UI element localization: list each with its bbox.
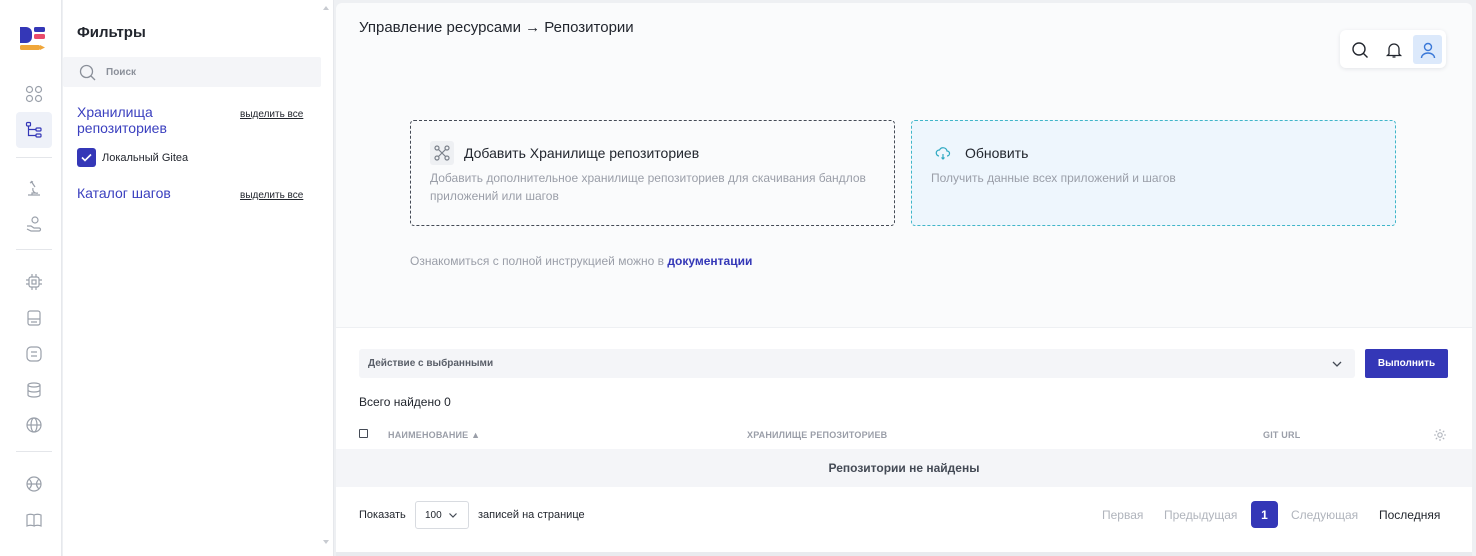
hand-gear-icon[interactable] (16, 206, 52, 242)
per-page-select[interactable]: 100 (415, 501, 469, 529)
column-git-url-header[interactable]: GIT URL (1263, 430, 1300, 440)
network-nodes-icon (430, 141, 454, 165)
checkmark-icon (81, 153, 92, 162)
select-all-repo-storages-link[interactable]: выделить все (240, 109, 303, 120)
user-profile-button[interactable] (1413, 35, 1442, 64)
table-header: НАИМЕНОВАНИЕ ▲ ХРАНИЛИЩЕ РЕПОЗИТОРИЕВ GI… (359, 426, 1449, 448)
network-globe-icon[interactable] (16, 466, 52, 502)
filter-group-repo-storages-title: Хранилища репозиториев (77, 104, 167, 136)
chevron-down-icon (449, 513, 457, 518)
column-name-header[interactable]: НАИМЕНОВАНИЕ ▲ (388, 430, 480, 440)
book-icon[interactable] (16, 502, 52, 538)
microscope-icon[interactable] (16, 170, 52, 206)
select-all-step-catalog-link[interactable]: выделить все (240, 190, 303, 201)
empty-table-row: Репозитории не найдены (336, 449, 1472, 487)
scroll-up-arrow-icon[interactable] (323, 6, 329, 10)
column-storage-header[interactable]: ХРАНИЛИЩЕ РЕПОЗИТОРИЕВ (747, 430, 887, 440)
dashboard-grid-icon[interactable] (16, 76, 52, 112)
bottom-edge (336, 552, 1472, 556)
search-icon (79, 64, 96, 80)
globe-icon[interactable] (16, 407, 52, 443)
database-icon[interactable] (16, 372, 52, 408)
add-card-description: Добавить дополнительное хранилище репози… (430, 171, 866, 203)
breadcrumb: Управление ресурсами → Репозитории (359, 19, 634, 36)
chevron-down-icon (1332, 361, 1342, 367)
filter-option-local-gitea[interactable]: Локальный Gitea (77, 148, 188, 167)
add-card-title: Добавить Хранилище репозиториев (464, 145, 700, 161)
page-next[interactable]: Следующая (1291, 508, 1358, 522)
icon-rail (0, 0, 62, 556)
select-all-rows-checkbox[interactable] (359, 429, 368, 438)
page-current[interactable]: 1 (1251, 501, 1278, 528)
run-action-button[interactable]: Выполнить (1365, 349, 1448, 378)
bulk-action-select[interactable]: Действие с выбранными (359, 349, 1355, 378)
menu-list-icon[interactable] (16, 336, 52, 372)
filters-panel: Фильтры Хранилища репозиториев выделить … (63, 0, 334, 556)
rail-divider (16, 451, 52, 452)
header-search-button[interactable] (1345, 35, 1374, 64)
search-icon (1351, 41, 1368, 58)
bulk-action-placeholder: Действие с выбранными (368, 358, 494, 369)
filters-title: Фильтры (77, 24, 146, 41)
filters-search[interactable] (63, 57, 321, 87)
page-first[interactable]: Первая (1102, 508, 1143, 522)
notifications-button[interactable] (1379, 35, 1408, 64)
user-icon (1420, 42, 1435, 58)
show-label: Показать (359, 509, 406, 521)
filter-checkbox-checked[interactable] (77, 148, 96, 167)
storage-icon[interactable] (16, 300, 52, 336)
filters-search-input[interactable] (106, 66, 306, 78)
scroll-down-arrow-icon[interactable] (323, 540, 329, 544)
chip-icon[interactable] (16, 264, 52, 300)
gear-icon[interactable] (1433, 428, 1447, 442)
header-toolbar (1340, 30, 1446, 68)
per-page-value: 100 (425, 509, 442, 521)
page-last[interactable]: Последняя (1379, 508, 1440, 522)
refresh-card[interactable]: Обновить Получить данные всех приложений… (911, 120, 1396, 226)
bell-icon (1385, 42, 1402, 58)
refresh-card-title: Обновить (965, 145, 1029, 161)
refresh-card-description: Получить данные всех приложений и шагов (931, 171, 1176, 185)
page-prev[interactable]: Предыдущая (1164, 508, 1237, 522)
repositories-table-section: Действие с выбранными Выполнить Всего на… (336, 328, 1472, 552)
add-repository-storage-card[interactable]: Добавить Хранилище репозиториев Добавить… (410, 120, 895, 226)
rail-divider (16, 249, 52, 250)
cloud-sync-icon (931, 141, 955, 165)
main-header-section: Управление ресурсами → Репозитории Добав… (336, 3, 1472, 327)
pagination-bar: Показать 100 записей на странице Первая … (359, 501, 1449, 529)
app-logo-icon[interactable] (19, 26, 47, 54)
filter-option-label: Локальный Gitea (102, 151, 189, 164)
resource-tree-icon[interactable] (16, 112, 52, 148)
records-per-page-label: записей на странице (478, 509, 585, 521)
documentation-link[interactable]: документации (667, 254, 752, 268)
rail-divider (16, 157, 52, 158)
docs-hint-text: Ознакомиться с полной инструкцией можно … (410, 254, 668, 268)
total-found: Всего найдено 0 (359, 395, 451, 409)
filter-group-step-catalog-title: Каталог шагов (77, 185, 171, 201)
docs-hint: Ознакомиться с полной инструкцией можно … (410, 254, 752, 268)
